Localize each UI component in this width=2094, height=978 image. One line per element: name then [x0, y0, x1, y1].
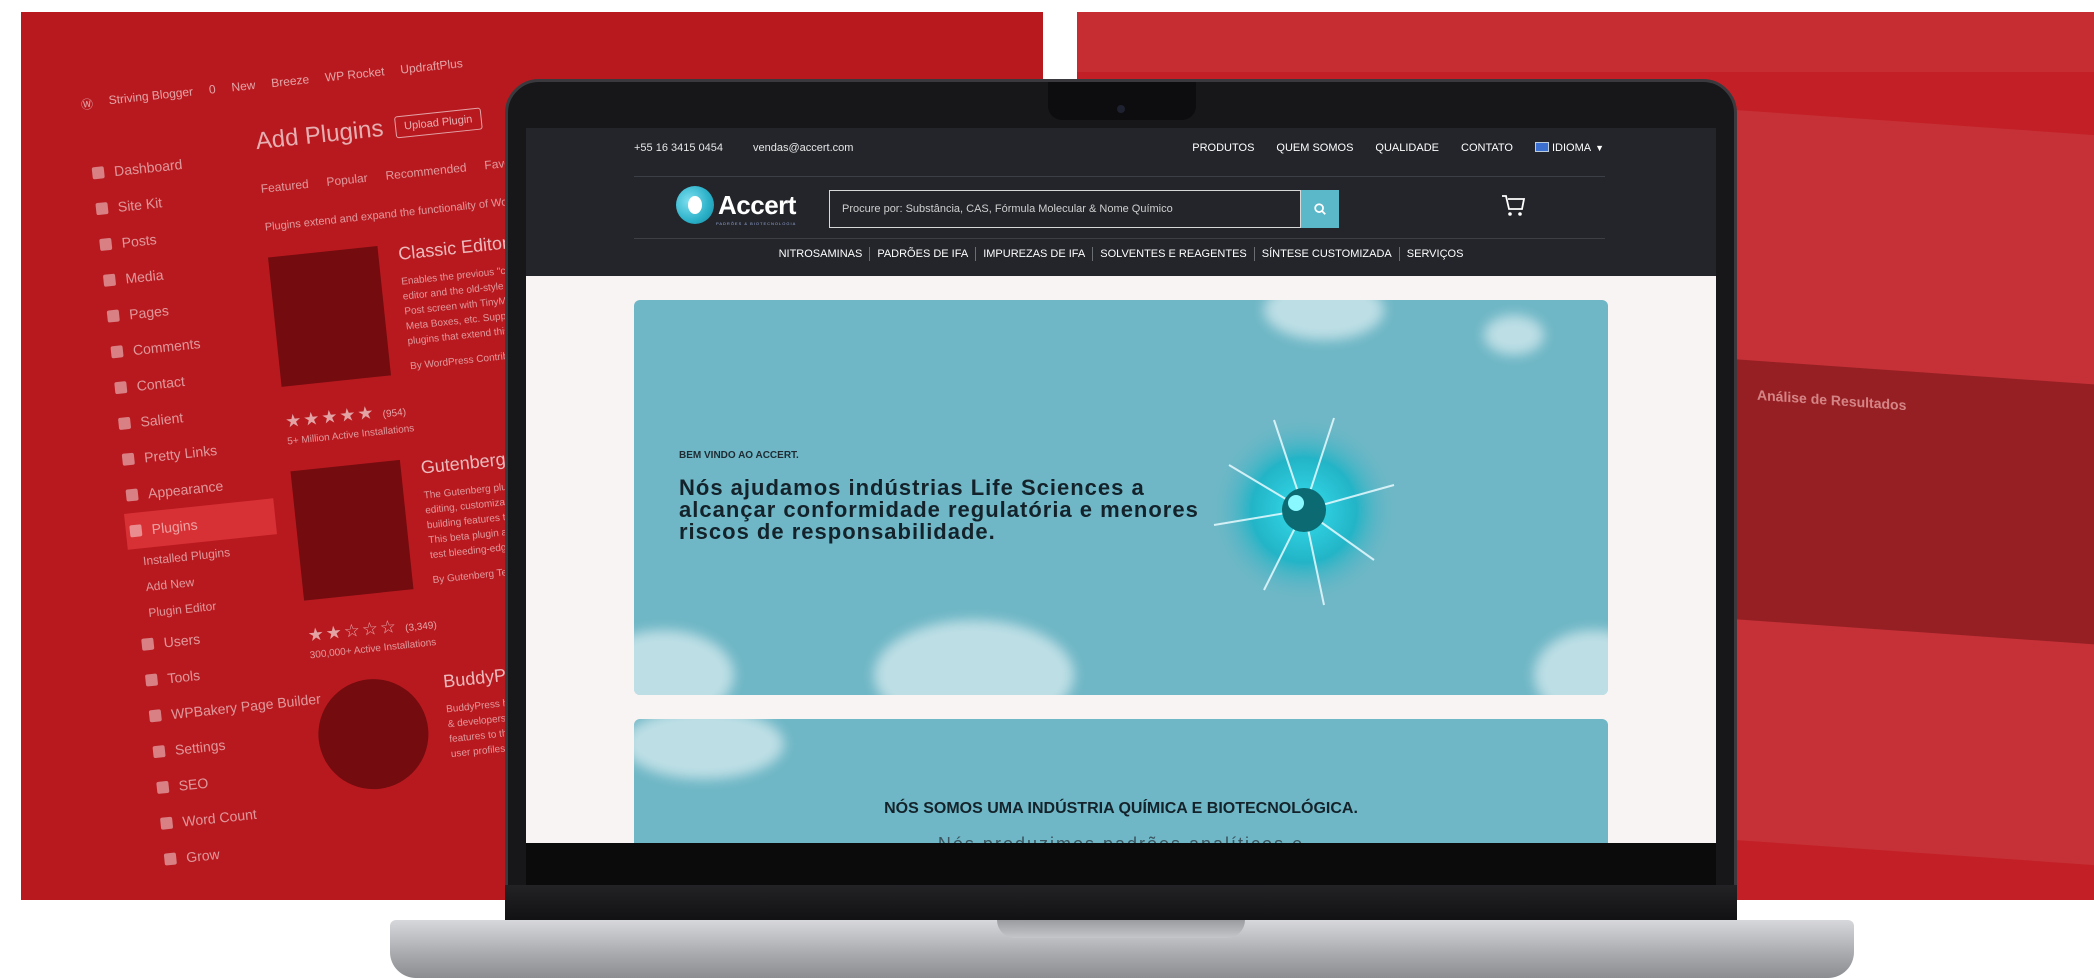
cloud-decoration — [1484, 315, 1544, 355]
category-navigation: NITROSAMINAS PADRÕES DE IFA IMPUREZAS DE… — [526, 247, 1716, 261]
nav-produtos[interactable]: PRODUTOS — [1192, 142, 1254, 154]
molecule-illustration — [1209, 415, 1399, 606]
toolbar-item: New — [230, 77, 257, 95]
nav-contato[interactable]: CONTATO — [1461, 142, 1513, 154]
nav-sintese-customizada[interactable]: SÍNTESE CUSTOMIZADA — [1253, 247, 1399, 261]
buddypress-icon — [312, 673, 434, 795]
cloud-decoration — [634, 630, 734, 695]
hero-banner: BEM VINDO AO ACCERT. Nós ajudamos indúst… — [634, 300, 1608, 695]
website-screen: +55 16 3415 0454 vendas@accert.com PRODU… — [526, 128, 1716, 843]
laptop-opening-notch — [997, 920, 1245, 938]
classic-editor-icon — [268, 246, 392, 387]
promo-composition: Ⓦ Striving Blogger 0 New Breeze WP Rocke… — [0, 0, 2094, 978]
language-dropdown[interactable]: IDIOMA ▼ — [1534, 142, 1604, 154]
rating-count: (3,349) — [404, 619, 438, 635]
gutenberg-icon — [290, 459, 414, 601]
site-header: +55 16 3415 0454 vendas@accert.com PRODU… — [526, 128, 1716, 276]
about-subtitle: Nós produzimos padrões analíticos e — [634, 834, 1608, 843]
search-button[interactable] — [1301, 190, 1339, 228]
camera-icon — [1117, 105, 1125, 113]
laptop-hinge — [505, 885, 1737, 921]
site-logo[interactable]: Accert — [676, 186, 796, 224]
nav-nitrosaminas[interactable]: NITROSAMINAS — [772, 247, 870, 261]
divider — [634, 238, 1605, 239]
caret-down-icon: ▼ — [1595, 143, 1604, 153]
decorative-beam — [1077, 12, 2094, 72]
laptop-notch — [1048, 82, 1196, 120]
hero-title: Nós ajudamos indústrias Life Sciences a … — [679, 475, 1199, 544]
toolbar-item: Striving Blogger — [107, 84, 194, 108]
cloud-decoration — [874, 620, 1074, 695]
search-bar — [829, 190, 1339, 228]
nav-impurezas-ifa[interactable]: IMPUREZAS DE IFA — [975, 247, 1092, 261]
cloud-decoration — [1264, 300, 1384, 340]
about-title: NÓS SOMOS UMA INDÚSTRIA QUÍMICA E BIOTEC… — [884, 800, 1358, 817]
search-icon — [1314, 203, 1326, 215]
nav-solventes-reagentes[interactable]: SOLVENTES E REAGENTES — [1092, 247, 1254, 261]
phone-link[interactable]: +55 16 3415 0454 — [634, 142, 723, 154]
nav-qualidade[interactable]: QUALIDADE — [1375, 142, 1439, 154]
rating-count: (954) — [382, 406, 407, 421]
tab-recommended: Recommended — [384, 160, 468, 183]
tab-popular: Popular — [325, 170, 369, 189]
language-label: IDIOMA — [1551, 142, 1592, 154]
search-input[interactable] — [829, 190, 1301, 228]
upload-plugin-button: Upload Plugin — [394, 107, 483, 139]
flag-icon — [1534, 142, 1549, 152]
toolbar-item: Breeze — [270, 72, 310, 91]
contact-info: +55 16 3415 0454 vendas@accert.com — [634, 142, 853, 154]
email-link[interactable]: vendas@accert.com — [753, 142, 853, 154]
nav-servicos[interactable]: SERVIÇOS — [1398, 247, 1471, 261]
page-title-text: Add Plugins — [254, 114, 385, 156]
divider — [634, 176, 1605, 177]
cloud-decoration — [1534, 630, 1608, 695]
logo-tagline: PADRÕES & BIOTECNOLOGIA — [716, 221, 797, 226]
wp-admin-toolbar: Ⓦ Striving Blogger 0 New Breeze WP Rocke… — [80, 56, 464, 113]
toolbar-item: UpdraftPlus — [399, 56, 464, 77]
toolbar-item: WP Rocket — [324, 64, 386, 85]
wordpress-logo-icon: Ⓦ — [80, 97, 94, 113]
tab-featured: Featured — [260, 176, 310, 196]
about-section: NÓS SOMOS UMA INDÚSTRIA QUÍMICA E BIOTEC… — [634, 719, 1608, 843]
cloud-decoration — [634, 719, 784, 779]
cart-icon[interactable] — [1498, 190, 1528, 220]
logo-text: Accert — [718, 189, 796, 220]
nav-quem-somos[interactable]: QUEM SOMOS — [1276, 142, 1353, 154]
accert-logo-icon — [676, 186, 714, 224]
nav-padroes-ifa[interactable]: PADRÕES DE IFA — [869, 247, 975, 261]
top-navigation: PRODUTOS QUEM SOMOS QUALIDADE CONTATO ID… — [1192, 142, 1604, 154]
hero-kicker: BEM VINDO AO ACCERT. — [679, 450, 799, 461]
toolbar-item: 0 — [208, 82, 217, 97]
